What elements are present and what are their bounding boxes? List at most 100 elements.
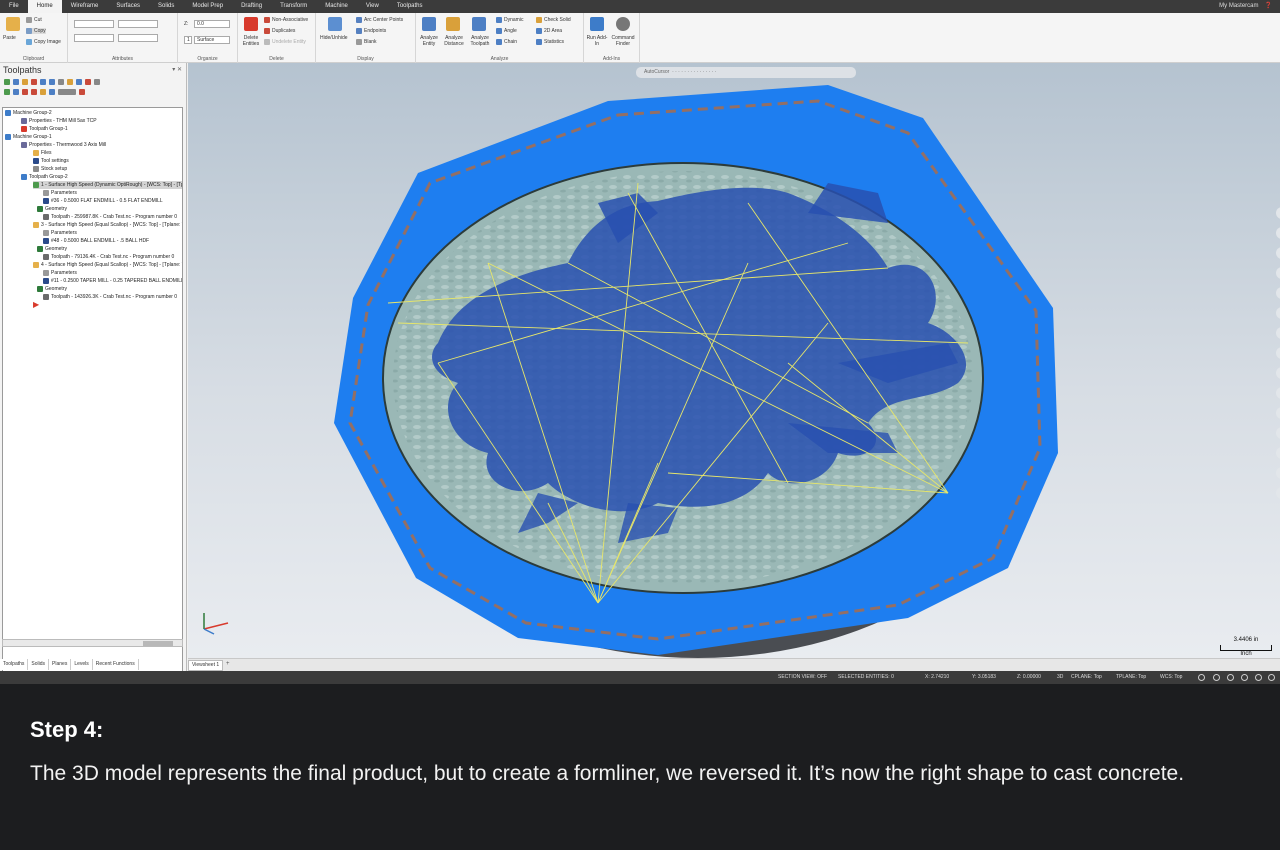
quick-bar-button[interactable]: [1276, 407, 1280, 419]
tree-item[interactable]: Stock setup: [33, 165, 67, 173]
account-link[interactable]: My Mastercam: [1219, 0, 1258, 13]
insert-arrow-icon[interactable]: [40, 89, 46, 95]
tree-item[interactable]: #48 - 0.5000 BALL ENDMILL - .5 BALL HDF: [43, 237, 149, 245]
quick-bar-button[interactable]: [1276, 327, 1280, 339]
tree-item-operation-4[interactable]: 4 - Surface High Speed (Equal Scallop) -…: [33, 261, 182, 269]
analyze-entity-button[interactable]: Analyze Entity: [418, 35, 440, 47]
dynamic-button[interactable]: Dynamic: [496, 17, 523, 23]
tree-item[interactable]: Machine Group-2: [5, 109, 52, 117]
viewsheet-tab[interactable]: Viewsheet 1: [188, 660, 224, 671]
tree-item[interactable]: Parameters: [43, 269, 77, 277]
quick-bar-button[interactable]: [1276, 287, 1280, 299]
tab-levels-panel[interactable]: Levels: [71, 659, 93, 670]
shaded-icon[interactable]: [1227, 674, 1234, 681]
hidden-line-icon[interactable]: [1268, 674, 1275, 681]
quick-bar-button[interactable]: [1276, 387, 1280, 399]
tree-item[interactable]: Toolpath - 259987.8K - Crab Test.nc - Pr…: [43, 213, 177, 221]
scroll-to-icon[interactable]: [49, 89, 55, 95]
graphics-viewport[interactable]: AutoCursor · · · · · · · · · · · · · · ·…: [188, 63, 1280, 658]
hide-unhide-button[interactable]: Hide/Unhide: [320, 35, 348, 41]
tree-item[interactable]: Properties - Thermwood 3 Axis Mill: [21, 141, 106, 149]
quick-bar-button[interactable]: [1276, 427, 1280, 439]
simulate-icon[interactable]: [58, 79, 64, 85]
tree-item[interactable]: Toolpath - 143926.3K - Crab Test.nc - Pr…: [43, 293, 177, 301]
tree-item[interactable]: Toolpath Group-2: [21, 173, 68, 181]
tab-file[interactable]: File: [0, 0, 28, 13]
highfeed-icon[interactable]: [76, 79, 82, 85]
post-icon[interactable]: [67, 79, 73, 85]
backplot-icon[interactable]: [40, 79, 46, 85]
copy-image-button[interactable]: Copy Image: [26, 39, 61, 45]
duplicates-button[interactable]: Duplicates: [264, 28, 295, 34]
tree-item[interactable]: #11 - 0.2500 TAPER MILL - 0.25 TAPERED B…: [43, 277, 182, 285]
select-all-icon[interactable]: [4, 79, 10, 85]
tab-surfaces[interactable]: Surfaces: [107, 0, 149, 13]
chain-button[interactable]: Chain: [496, 39, 517, 45]
area-2d-button[interactable]: 2D Area: [536, 28, 562, 34]
tree-item[interactable]: Geometry: [37, 245, 67, 253]
tree-item[interactable]: Machine Group-1: [5, 133, 52, 141]
tab-toolpaths[interactable]: Toolpaths: [388, 0, 432, 13]
tab-transform[interactable]: Transform: [271, 0, 316, 13]
add-viewsheet-button[interactable]: +: [226, 661, 230, 667]
delete-ops-icon[interactable]: [85, 79, 91, 85]
tab-machine[interactable]: Machine: [316, 0, 357, 13]
regenerate-icon[interactable]: [22, 79, 28, 85]
tab-toolpaths-panel[interactable]: Toolpaths: [0, 659, 29, 670]
help-ops-icon[interactable]: [94, 79, 100, 85]
lock-icon[interactable]: [58, 89, 76, 95]
tree-item[interactable]: Geometry: [37, 205, 67, 213]
insert-arrow[interactable]: ▶: [33, 301, 39, 309]
panel-controls[interactable]: ▾ ✕: [172, 63, 186, 77]
blank-button[interactable]: Blank: [356, 39, 377, 45]
check-solid-button[interactable]: Check Solid: [536, 17, 571, 23]
translucency-icon[interactable]: [1255, 674, 1262, 681]
line-style-select[interactable]: [118, 20, 158, 28]
analyze-distance-button[interactable]: Analyze Distance: [442, 35, 466, 47]
tab-drafting[interactable]: Drafting: [232, 0, 271, 13]
non-associative-button[interactable]: Non-Associative: [264, 17, 308, 23]
tree-item-operation-3[interactable]: 3 - Surface High Speed (Equal Scallop) -…: [33, 221, 182, 229]
toggle-posting-icon[interactable]: [13, 89, 19, 95]
delete-entities-button[interactable]: Delete Entities: [240, 35, 262, 47]
viewport-toolbar[interactable]: AutoCursor · · · · · · · · · · · · · · ·: [636, 67, 856, 78]
level-input[interactable]: 1: [184, 36, 192, 44]
move-down-icon[interactable]: [22, 89, 28, 95]
quick-bar-button[interactable]: [1276, 307, 1280, 319]
cut-button[interactable]: Cut: [26, 17, 42, 23]
tree-item[interactable]: Tool settings: [33, 157, 69, 165]
copy-button[interactable]: Copy: [26, 28, 46, 34]
tab-wireframe[interactable]: Wireframe: [62, 0, 108, 13]
quick-bar-button[interactable]: [1276, 267, 1280, 279]
tree-item[interactable]: Files: [33, 149, 52, 157]
run-addin-button[interactable]: Run Add-In: [586, 35, 608, 47]
tplane-status[interactable]: TPLANE: Top: [1116, 671, 1146, 684]
quick-bar-button[interactable]: [1276, 447, 1280, 459]
quick-bar-button[interactable]: [1276, 227, 1280, 239]
tree-item[interactable]: #36 - 0.5000 FLAT ENDMILL - 0.5 FLAT END…: [43, 197, 163, 205]
quick-bar-button[interactable]: [1276, 367, 1280, 379]
quick-bar-button[interactable]: [1276, 347, 1280, 359]
tab-home[interactable]: Home: [27, 0, 62, 13]
cplane-status[interactable]: CPLANE: Top: [1071, 671, 1102, 684]
tab-model-prep[interactable]: Model Prep: [183, 0, 232, 13]
quick-bar-button[interactable]: [1276, 207, 1280, 219]
plane-select[interactable]: Surface: [194, 36, 230, 44]
regenerate-dirty-icon[interactable]: [31, 79, 37, 85]
color-select[interactable]: [74, 34, 114, 42]
shaded-edges-icon[interactable]: [1241, 674, 1248, 681]
z-depth-input[interactable]: 0.0: [194, 20, 230, 28]
tree-item[interactable]: Properties - THM Mill 5ax TCP: [21, 117, 97, 125]
command-finder-button[interactable]: Command Finder: [610, 35, 636, 47]
analyze-toolpath-button[interactable]: Analyze Toolpath: [468, 35, 492, 47]
quick-bar-button[interactable]: [1276, 467, 1280, 479]
mode-3d-toggle[interactable]: 3D: [1057, 671, 1063, 684]
section-view-status[interactable]: SECTION VIEW: OFF: [778, 671, 827, 684]
tree-horizontal-scrollbar[interactable]: [2, 639, 183, 647]
tab-recent-functions-panel[interactable]: Recent Functions: [93, 659, 139, 670]
line-width-select[interactable]: [118, 34, 158, 42]
arc-center-points-button[interactable]: Arc Center Points: [356, 17, 403, 23]
tree-item[interactable]: Geometry: [37, 285, 67, 293]
tab-planes-panel[interactable]: Planes: [49, 659, 72, 670]
wireframe-icon[interactable]: [1213, 674, 1220, 681]
